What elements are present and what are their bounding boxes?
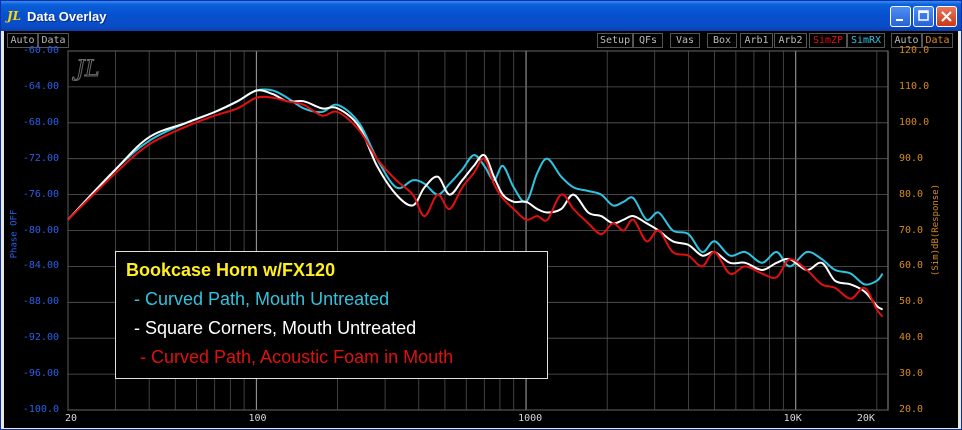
- legend-entry-curved-untreated: - Curved Path, Mouth Untreated: [134, 289, 390, 309]
- right-y-tick-label: 70.0: [899, 224, 924, 236]
- right-axis-title: (Sim)dB(Response): [931, 183, 942, 277]
- left-y-tick-label: -92.00: [22, 332, 59, 344]
- left-y-tick-label: -76.00: [22, 188, 59, 200]
- chart-area: Auto Data Setup QFs Vas Box Arb1 Arb2 Si…: [4, 31, 958, 428]
- right-y-tick-label: 20.0: [899, 404, 924, 415]
- minimize-icon: [896, 19, 903, 21]
- left-y-tick-label: -96.00: [22, 368, 59, 380]
- left-y-tick-label: -100.0: [22, 404, 59, 415]
- right-y-tick-label: 60.0: [899, 260, 924, 272]
- window-title: Data Overlay: [27, 8, 107, 24]
- left-y-tick-label: -72.00: [22, 152, 59, 164]
- left-axis-title: Phase OFF: [9, 209, 20, 259]
- left-y-tick-label: -60.00: [22, 45, 59, 56]
- close-button[interactable]: [936, 6, 957, 27]
- x-tick-label: 100: [248, 413, 267, 424]
- left-y-tick-label: -88.00: [22, 296, 59, 308]
- left-y-tick-label: -84.00: [22, 260, 59, 272]
- left-y-tick-label: -64.00: [22, 80, 59, 92]
- watermark-logo: JL: [72, 57, 99, 82]
- legend-title: Bookcase Horn w/FX120: [126, 260, 336, 280]
- right-y-tick-label: 120.0: [899, 45, 930, 56]
- x-tick-label: 20K: [856, 413, 875, 424]
- x-tick-label: 20: [65, 413, 78, 424]
- maximize-button[interactable]: [913, 6, 934, 27]
- close-icon: [941, 11, 952, 22]
- right-y-tick-label: 50.0: [899, 296, 924, 308]
- right-y-tick-label: 100.0: [899, 116, 930, 128]
- legend-entry-square-corners: - Square Corners, Mouth Untreated: [134, 318, 417, 338]
- right-y-tick-label: 110.0: [899, 80, 930, 92]
- minimize-button[interactable]: [890, 6, 911, 27]
- soundeasy-logo-icon: JL: [7, 9, 22, 23]
- right-y-tick-label: 90.0: [899, 152, 924, 164]
- maximize-icon: [918, 10, 929, 21]
- x-tick-label: 10K: [783, 413, 802, 424]
- legend-box: Bookcase Horn w/FX120 - Curved Path, Mou…: [115, 251, 548, 379]
- right-y-tick-label: 30.0: [899, 368, 924, 380]
- right-y-tick-label: 40.0: [899, 332, 924, 344]
- left-y-tick-label: -68.00: [22, 116, 59, 128]
- x-tick-label: 1000: [518, 413, 543, 424]
- app-window: JL Data Overlay Auto Data Setup QFs Vas …: [0, 0, 962, 430]
- legend-entry-acoustic-foam: - Curved Path, Acoustic Foam in Mouth: [140, 347, 454, 367]
- title-bar[interactable]: JL Data Overlay: [1, 1, 961, 31]
- right-y-tick-label: 80.0: [899, 188, 924, 200]
